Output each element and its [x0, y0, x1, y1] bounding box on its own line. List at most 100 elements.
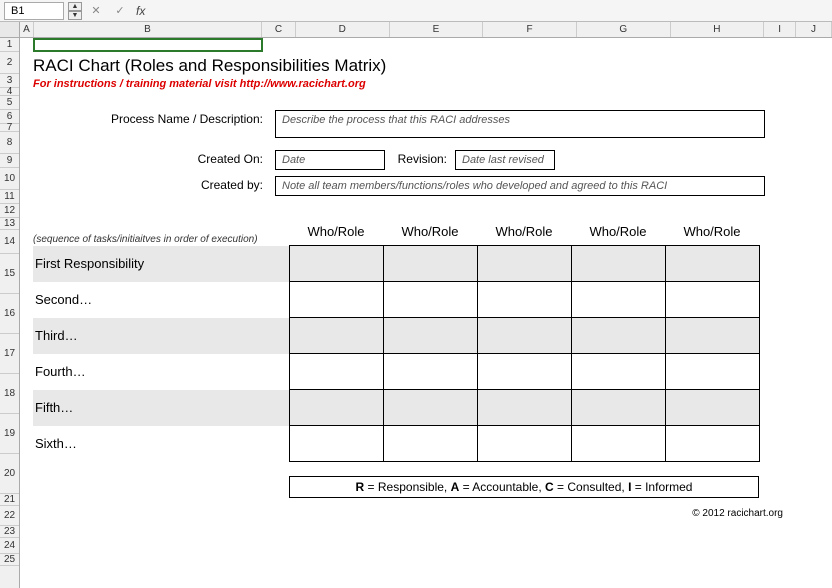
created-on-input[interactable]: Date — [275, 150, 385, 170]
row-header-11[interactable]: 11 — [0, 190, 19, 204]
formula-bar: B1 ▲ ▼ ✕ ✓ fx — [0, 0, 832, 22]
row-header-21[interactable]: 21 — [0, 494, 19, 506]
column-header-D[interactable]: D — [296, 22, 390, 37]
raci-cell[interactable] — [383, 282, 477, 318]
raci-cell[interactable] — [571, 426, 665, 462]
row-header-17[interactable]: 17 — [0, 334, 19, 374]
selection-outline — [33, 38, 263, 52]
column-header-C[interactable]: C — [262, 22, 296, 37]
raci-cell[interactable] — [383, 354, 477, 390]
row-header-15[interactable]: 15 — [0, 254, 19, 294]
raci-cell[interactable] — [383, 390, 477, 426]
column-header-E[interactable]: E — [390, 22, 484, 37]
raci-cell[interactable] — [665, 354, 759, 390]
row-header-25[interactable]: 25 — [0, 554, 19, 566]
row-header-2[interactable]: 2 — [0, 52, 19, 74]
row-header-7[interactable]: 7 — [0, 124, 19, 132]
raci-cell[interactable] — [571, 246, 665, 282]
row-header-22[interactable]: 22 — [0, 506, 19, 526]
row-header-8[interactable]: 8 — [0, 132, 19, 154]
raci-cell[interactable] — [477, 318, 571, 354]
task-cell[interactable]: First Responsibility — [33, 246, 289, 282]
row-header-12[interactable]: 12 — [0, 204, 19, 218]
revision-label: Revision: — [385, 150, 455, 166]
role-header-4[interactable]: Who/Role — [665, 224, 759, 245]
raci-cell[interactable] — [665, 318, 759, 354]
row-header-1[interactable]: 1 — [0, 38, 19, 52]
role-header-1[interactable]: Who/Role — [383, 224, 477, 245]
raci-cell[interactable] — [289, 426, 383, 462]
column-header-H[interactable]: H — [671, 22, 765, 37]
row-header-23[interactable]: 23 — [0, 526, 19, 538]
name-box[interactable]: B1 — [4, 2, 64, 20]
task-cell[interactable]: Second… — [33, 282, 289, 318]
formula-input[interactable] — [149, 2, 828, 20]
column-header-J[interactable]: J — [796, 22, 832, 37]
raci-cell[interactable] — [289, 354, 383, 390]
role-header-0[interactable]: Who/Role — [289, 224, 383, 245]
role-header-2[interactable]: Who/Role — [477, 224, 571, 245]
created-by-label: Created by: — [33, 176, 275, 192]
accept-formula-icon[interactable]: ✓ — [110, 2, 130, 20]
table-row: Second… — [33, 282, 759, 318]
row-header-16[interactable]: 16 — [0, 294, 19, 334]
column-header-B[interactable]: B — [34, 22, 262, 37]
stepper-up-icon[interactable]: ▲ — [68, 2, 82, 11]
column-header-F[interactable]: F — [483, 22, 577, 37]
process-input[interactable]: Describe the process that this RACI addr… — [275, 110, 765, 138]
raci-cell[interactable] — [477, 282, 571, 318]
created-by-input[interactable]: Note all team members/functions/roles wh… — [275, 176, 765, 196]
cancel-formula-icon[interactable]: ✕ — [86, 2, 106, 20]
raci-cell[interactable] — [289, 318, 383, 354]
created-on-label: Created On: — [33, 150, 275, 166]
revision-input[interactable]: Date last revised — [455, 150, 555, 170]
raci-cell[interactable] — [289, 282, 383, 318]
raci-cell[interactable] — [383, 246, 477, 282]
row-header-5[interactable]: 5 — [0, 96, 19, 110]
raci-cell[interactable] — [571, 318, 665, 354]
row-header-24[interactable]: 24 — [0, 538, 19, 554]
row-header-4[interactable]: 4 — [0, 88, 19, 96]
table-row: Fourth… — [33, 354, 759, 390]
legend: R = Responsible, A = Accountable, C = Co… — [289, 476, 759, 498]
raci-cell[interactable] — [571, 282, 665, 318]
row-header-20[interactable]: 20 — [0, 454, 19, 494]
raci-cell[interactable] — [665, 390, 759, 426]
row-header-14[interactable]: 14 — [0, 230, 19, 254]
select-all-corner[interactable] — [0, 22, 20, 37]
sheet-content: RACI Chart (Roles and Responsibilities M… — [33, 56, 813, 519]
raci-cell[interactable] — [383, 318, 477, 354]
table-row: Third… — [33, 318, 759, 354]
row-header-19[interactable]: 19 — [0, 414, 19, 454]
raci-cell[interactable] — [289, 390, 383, 426]
row-header-18[interactable]: 18 — [0, 374, 19, 414]
row-header-9[interactable]: 9 — [0, 154, 19, 168]
row-header-10[interactable]: 10 — [0, 168, 19, 190]
task-cell[interactable]: Third… — [33, 318, 289, 354]
raci-cell[interactable] — [477, 246, 571, 282]
row-header-13[interactable]: 13 — [0, 218, 19, 230]
column-header-G[interactable]: G — [577, 22, 671, 37]
fx-icon[interactable]: fx — [136, 4, 145, 18]
raci-cell[interactable] — [665, 282, 759, 318]
raci-cell[interactable] — [289, 246, 383, 282]
task-cell[interactable]: Fifth… — [33, 390, 289, 426]
table-row: Sixth… — [33, 426, 759, 462]
raci-cell[interactable] — [383, 426, 477, 462]
subtitle-link[interactable]: For instructions / training material vis… — [33, 78, 813, 90]
worksheet[interactable]: RACI Chart (Roles and Responsibilities M… — [20, 38, 832, 588]
role-header-3[interactable]: Who/Role — [571, 224, 665, 245]
raci-cell[interactable] — [571, 390, 665, 426]
raci-cell[interactable] — [477, 354, 571, 390]
column-header-A[interactable]: A — [20, 22, 34, 37]
stepper-down-icon[interactable]: ▼ — [68, 11, 82, 20]
task-cell[interactable]: Fourth… — [33, 354, 289, 390]
raci-cell[interactable] — [477, 390, 571, 426]
column-header-I[interactable]: I — [764, 22, 796, 37]
raci-cell[interactable] — [477, 426, 571, 462]
task-cell[interactable]: Sixth… — [33, 426, 289, 462]
raci-cell[interactable] — [665, 426, 759, 462]
copyright: © 2012 racichart.org — [33, 508, 813, 519]
raci-cell[interactable] — [571, 354, 665, 390]
raci-cell[interactable] — [665, 246, 759, 282]
